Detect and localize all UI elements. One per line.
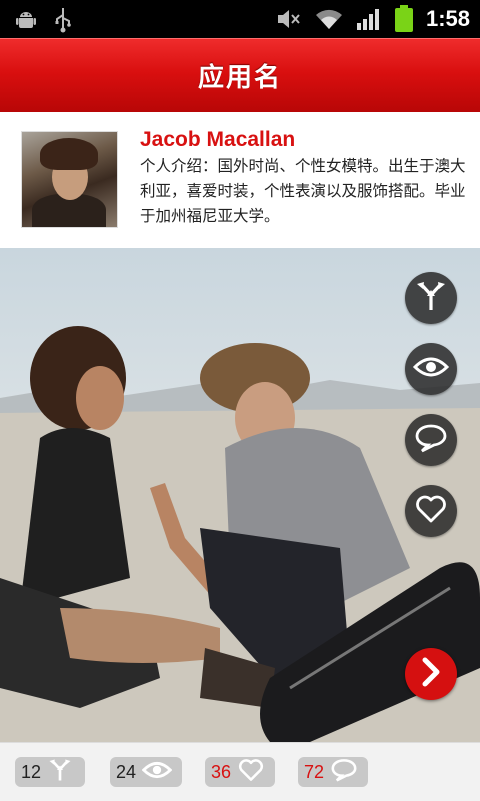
next-button[interactable]	[405, 648, 457, 700]
comment-count[interactable]: 72	[298, 757, 368, 787]
eye-icon	[141, 760, 173, 784]
like-count-value: 36	[211, 761, 232, 782]
title-bar: 应用名	[0, 38, 480, 113]
signal-icon	[356, 7, 382, 31]
share-count[interactable]: 12	[15, 757, 85, 787]
profile-card: Jacob Macallan 个人介绍：国外时尚、个性女模特。出生于澳大利亚，喜…	[0, 112, 480, 248]
chevron-right-icon	[420, 657, 442, 691]
heart-icon	[237, 758, 265, 786]
profile-name[interactable]: Jacob Macallan	[140, 128, 295, 152]
comment-icon	[330, 758, 358, 786]
comment-count-value: 72	[304, 761, 325, 782]
android-icon	[14, 8, 38, 32]
battery-icon	[394, 5, 414, 33]
clock: 1:58	[425, 6, 470, 31]
avatar-hair-shape	[40, 138, 98, 170]
comment-icon	[414, 423, 448, 457]
eye-icon	[412, 355, 450, 383]
heart-icon	[414, 494, 448, 528]
share-button[interactable]	[405, 272, 457, 324]
mute-icon	[276, 7, 302, 31]
usb-icon	[54, 7, 72, 33]
avatar[interactable]	[21, 131, 118, 228]
like-button[interactable]	[405, 485, 457, 537]
fork-arrows-icon	[47, 758, 73, 786]
stats-bar: 12 24 36 72	[0, 742, 480, 801]
view-button[interactable]	[405, 343, 457, 395]
profile-bio: 个人介绍：国外时尚、个性女模特。出生于澳大利亚，喜爱时装，个性表演以及服饰搭配。…	[140, 157, 466, 225]
view-count-value: 24	[116, 761, 137, 782]
like-count[interactable]: 36	[205, 757, 275, 787]
wifi-icon	[314, 7, 344, 31]
status-bar: 1:58	[0, 0, 480, 38]
page-title: 应用名	[197, 63, 282, 93]
main-photo[interactable]	[0, 248, 480, 742]
share-count-value: 12	[21, 761, 42, 782]
view-count[interactable]: 24	[110, 757, 182, 787]
comment-button[interactable]	[405, 414, 457, 466]
fork-arrows-icon	[415, 280, 447, 316]
